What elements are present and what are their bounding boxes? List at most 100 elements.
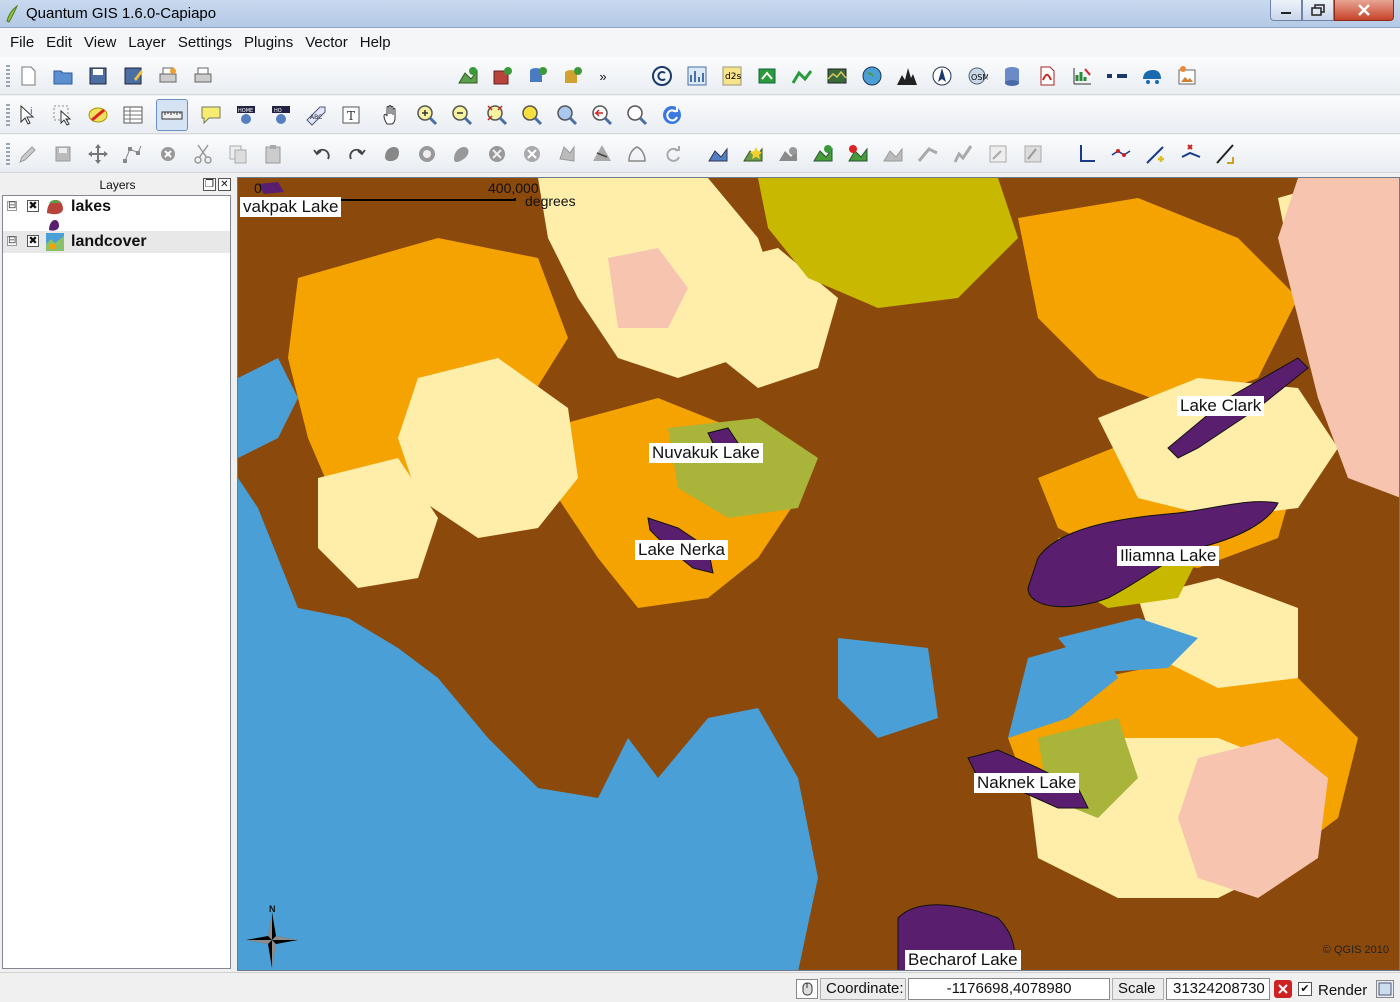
measure-distance-button[interactable] <box>1109 142 1133 166</box>
globe-button[interactable] <box>860 64 884 88</box>
capture-line-button[interactable] <box>741 142 765 166</box>
copy-features-button[interactable] <box>226 142 250 166</box>
maximize-button[interactable] <box>1302 0 1334 21</box>
menu-plugins[interactable]: Plugins <box>238 34 299 51</box>
export-pdf-button[interactable] <box>1035 64 1059 88</box>
measure-slope-button[interactable] <box>1214 142 1238 166</box>
map-tips-button[interactable] <box>199 103 223 127</box>
refresh-button[interactable] <box>660 103 684 127</box>
split-features-button[interactable] <box>590 142 614 166</box>
close-panel-button[interactable]: ✕ <box>218 178 231 191</box>
stop-render-button[interactable] <box>1274 980 1292 998</box>
text-annotation-button[interactable]: ABC <box>304 103 328 127</box>
database-manager-button[interactable] <box>1000 64 1024 88</box>
georeferencer-button[interactable] <box>1140 64 1164 88</box>
raster-terrain-button[interactable] <box>825 64 849 88</box>
osm-button[interactable]: OSM <box>965 64 989 88</box>
layer-visibility-checkbox[interactable]: ✖ <box>27 235 39 247</box>
d2s-button[interactable]: d2s <box>720 64 744 88</box>
toggle-editing-button[interactable] <box>16 142 40 166</box>
print-composer-button[interactable] <box>156 64 180 88</box>
paste-features-button[interactable] <box>261 142 285 166</box>
collapse-toggle[interactable]: ⊟ <box>7 236 17 246</box>
menu-settings[interactable]: Settings <box>172 34 238 51</box>
zoom-out-button[interactable] <box>450 103 474 127</box>
zoom-last-button[interactable] <box>590 103 614 127</box>
add-feature-alt-button[interactable] <box>846 142 870 166</box>
merge-features-button[interactable] <box>625 142 649 166</box>
simplify-feature-button[interactable] <box>380 142 404 166</box>
open-project-button[interactable] <box>51 64 75 88</box>
copyright-label-button[interactable] <box>650 64 674 88</box>
identify-button[interactable]: i <box>16 103 40 127</box>
coordinate-field[interactable]: -1176698,4078980 <box>908 978 1110 1000</box>
layer-row-lakes[interactable]: ⊟ ✖ lakes <box>3 196 230 218</box>
gps-tools-button[interactable] <box>755 64 779 88</box>
new-project-button[interactable] <box>16 64 40 88</box>
ogr-converter-button[interactable] <box>790 64 814 88</box>
add-spatialite-layer-button[interactable] <box>561 64 585 88</box>
add-feature-button[interactable] <box>811 142 835 166</box>
rotate-label-button[interactable] <box>660 142 684 166</box>
toolbar-grip[interactable] <box>6 104 10 126</box>
toolbar-grip[interactable] <box>6 143 10 165</box>
measure-angle-button[interactable] <box>1074 142 1098 166</box>
reshape-button[interactable] <box>555 142 579 166</box>
snap-tool-button[interactable] <box>951 142 975 166</box>
scale-field[interactable]: 31324208730 <box>1166 978 1270 1000</box>
projection-button[interactable] <box>1376 980 1394 998</box>
cut-features-button[interactable] <box>191 142 215 166</box>
add-vertex-button[interactable] <box>1144 142 1168 166</box>
image-export-button[interactable] <box>1175 64 1199 88</box>
profile-button[interactable] <box>895 64 919 88</box>
add-postgis-layer-button[interactable] <box>526 64 550 88</box>
delete-part-button[interactable] <box>520 142 544 166</box>
menu-help[interactable]: Help <box>354 34 397 51</box>
attribute-edit-button[interactable] <box>1021 142 1045 166</box>
text-tool-button[interactable]: T <box>339 103 363 127</box>
map-canvas[interactable]: 0 400,000 degrees vakpak Lake Nuvakuk La… <box>237 177 1400 971</box>
delete-ring-button[interactable] <box>485 142 509 166</box>
north-arrow-button[interactable] <box>930 64 954 88</box>
zoom-layer-button[interactable] <box>555 103 579 127</box>
print-button[interactable] <box>191 64 215 88</box>
save-edits-button[interactable] <box>51 142 75 166</box>
pan-button[interactable] <box>380 103 404 127</box>
select-features-button[interactable] <box>51 103 75 127</box>
undo-button[interactable] <box>310 142 334 166</box>
delete-vertex-button[interactable] <box>1179 142 1203 166</box>
minimize-button[interactable] <box>1270 0 1302 21</box>
float-panel-button[interactable]: ❐ <box>203 178 216 191</box>
redo-button[interactable] <box>345 142 369 166</box>
menu-file[interactable]: File <box>4 34 40 51</box>
spatial-bookmark-office-button[interactable]: HO <box>269 103 293 127</box>
add-raster-layer-button[interactable] <box>491 64 515 88</box>
statistics-button[interactable] <box>1070 64 1094 88</box>
scalebar-button[interactable] <box>1105 64 1129 88</box>
capture-polygon-button[interactable] <box>776 142 800 166</box>
save-project-button[interactable] <box>86 64 110 88</box>
deselect-button[interactable] <box>86 103 110 127</box>
add-ring-button[interactable] <box>415 142 439 166</box>
render-checkbox[interactable]: ✔ <box>1298 982 1312 996</box>
toggle-extents-button[interactable] <box>796 979 818 999</box>
zoom-selection-button[interactable] <box>520 103 544 127</box>
node-tool-button[interactable] <box>121 142 145 166</box>
sketch-button[interactable] <box>916 142 940 166</box>
capture-point-button[interactable] <box>706 142 730 166</box>
layer-row-landcover[interactable]: ⊟ ✖ landcover <box>3 231 230 253</box>
toolbar-overflow[interactable]: » <box>596 69 610 84</box>
menu-layer[interactable]: Layer <box>122 34 172 51</box>
spatial-bookmark-home-button[interactable]: HOME <box>234 103 258 127</box>
menu-edit[interactable]: Edit <box>40 34 78 51</box>
menu-vector[interactable]: Vector <box>299 34 354 51</box>
delete-selected-button[interactable] <box>156 142 180 166</box>
toolbar-grip[interactable] <box>6 65 10 87</box>
add-part-button[interactable] <box>450 142 474 166</box>
measure-line-button[interactable] <box>156 99 188 131</box>
form-button[interactable] <box>986 142 1010 166</box>
chart-button[interactable] <box>685 64 709 88</box>
zoom-full-button[interactable] <box>485 103 509 127</box>
collapse-toggle[interactable]: ⊟ <box>7 201 17 211</box>
zoom-in-button[interactable] <box>415 103 439 127</box>
